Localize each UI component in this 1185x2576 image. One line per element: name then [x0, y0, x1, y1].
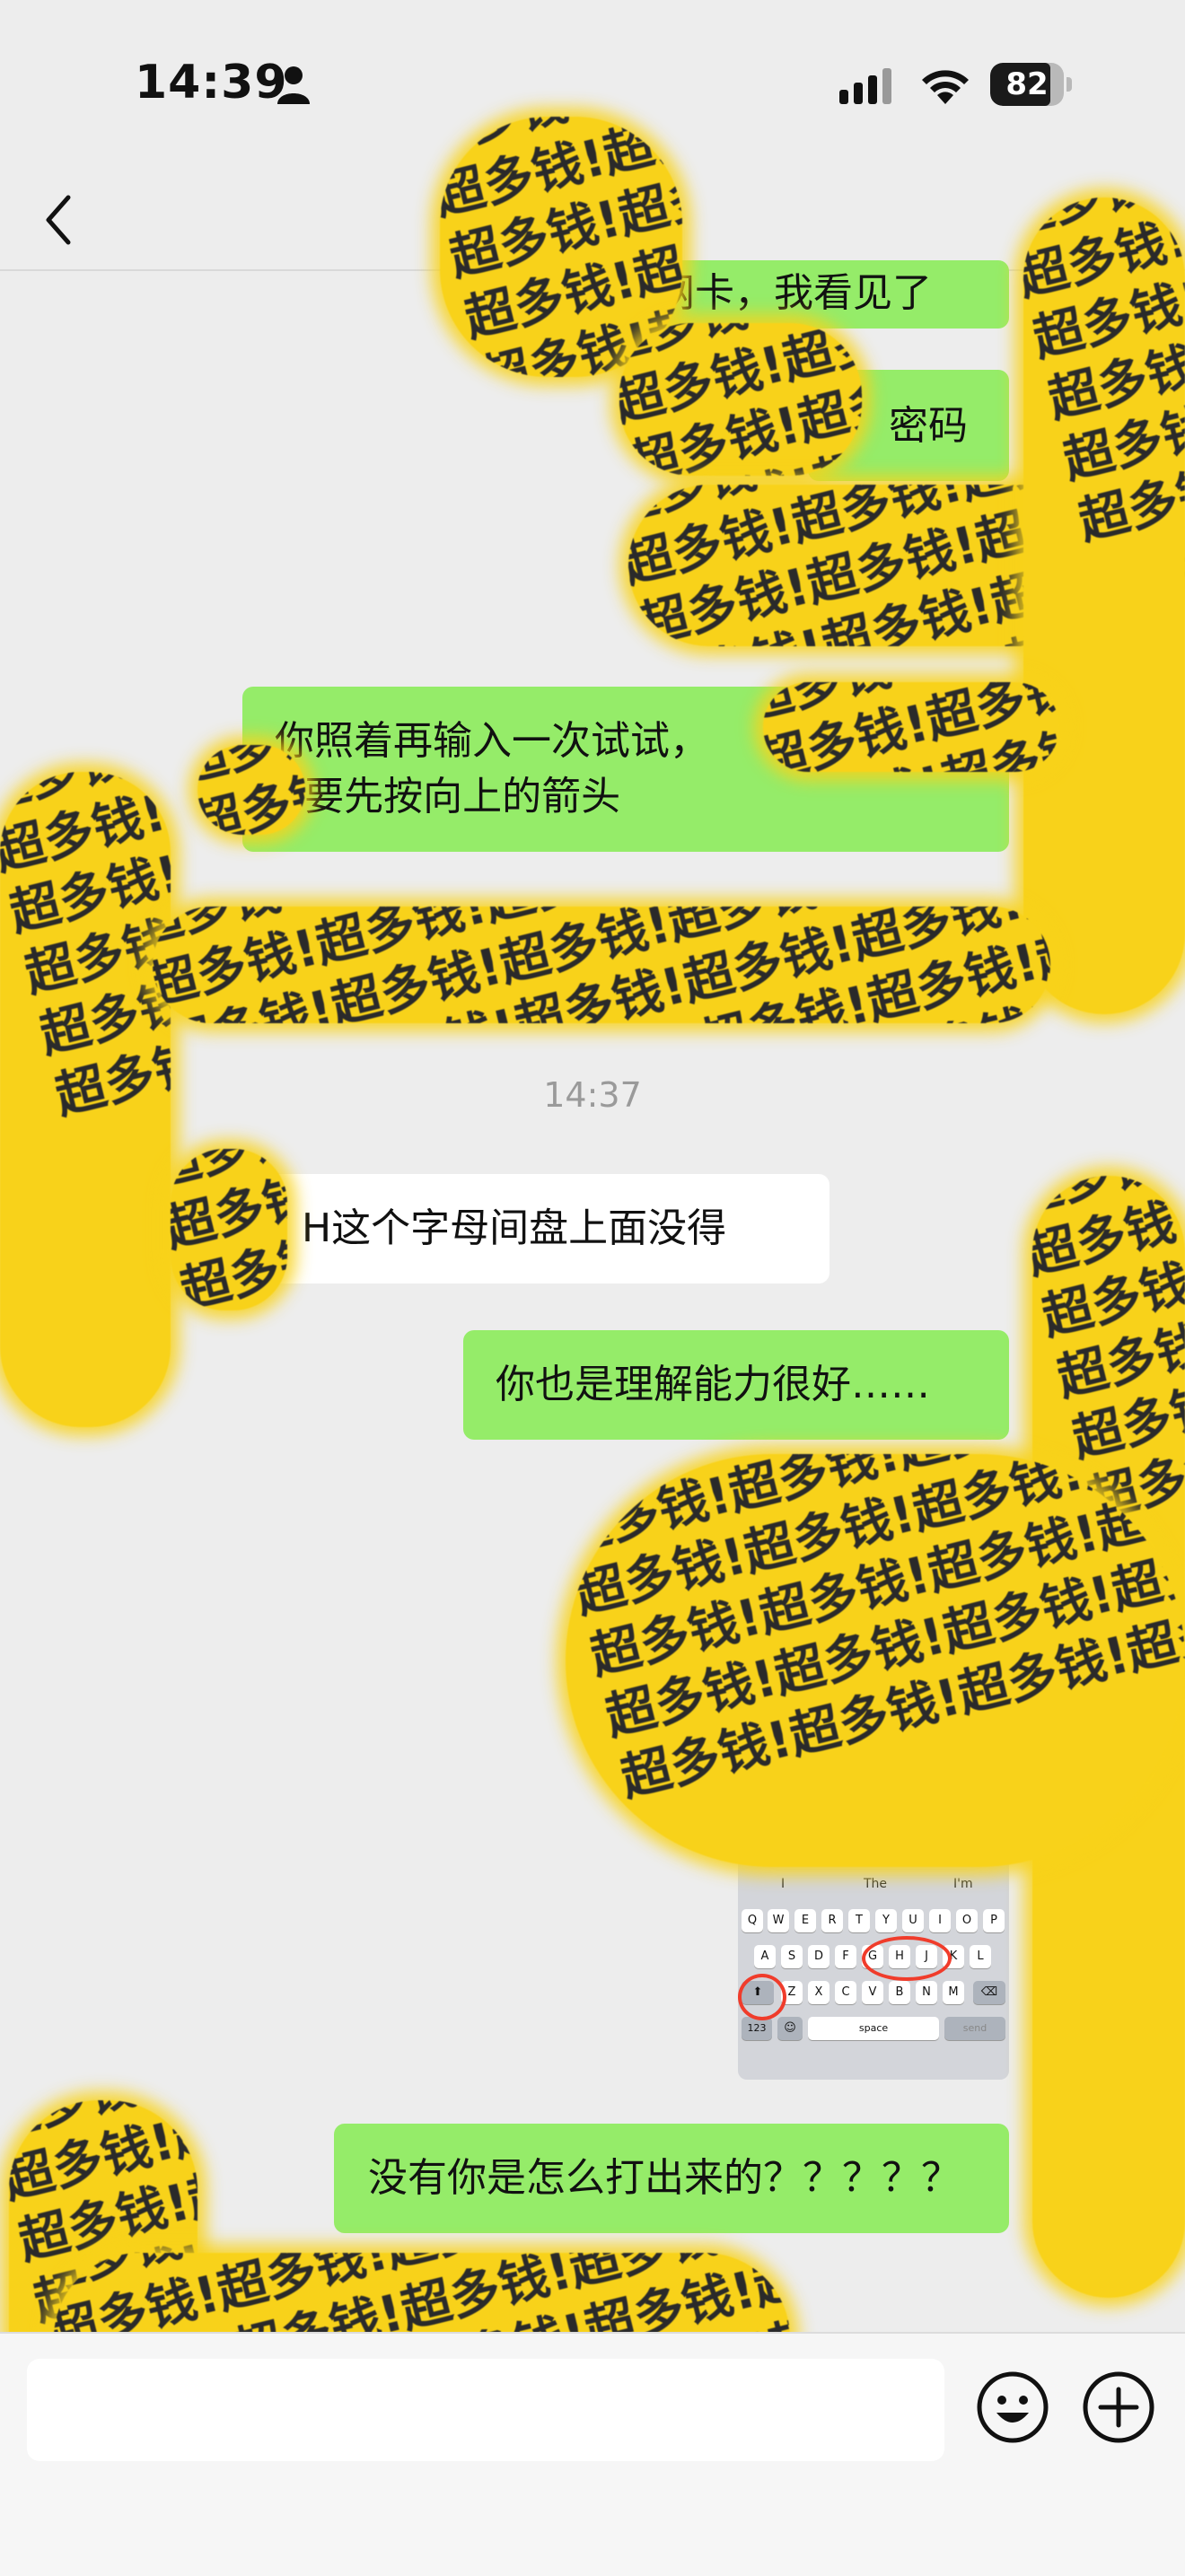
sticker-overlay: 超多钱!超多钱!超多钱!超多钱!超多钱!超多钱!超多钱!超多钱!超多钱!超多钱!… — [619, 323, 862, 476]
sticker-overlay: 超多钱!超多钱!超多钱!超多钱!超多钱!超多钱!超多钱!超多钱!超多钱!超多钱!… — [566, 1454, 1185, 1867]
sticker-overlay: 超多钱!超多钱!超多钱!超多钱!超多钱!超多钱!超多钱!超多钱!超多钱!超多钱!… — [171, 1149, 287, 1310]
message-text: 你也是理解能力很好…… — [496, 1362, 930, 1407]
annotation-circle — [862, 1936, 952, 1981]
message-text-line: H要先按向上的箭头 — [275, 774, 621, 819]
key: R — [821, 1909, 843, 1932]
key: I — [929, 1909, 951, 1932]
send-key: send — [944, 2017, 1005, 2040]
message-bubble[interactable]: 你也是理解能力很好…… — [463, 1330, 1009, 1440]
key: T — [848, 1909, 870, 1932]
key: M — [943, 1981, 964, 2004]
message-input[interactable] — [27, 2359, 944, 2461]
smiley-icon[interactable] — [975, 2370, 1050, 2445]
annotation-circle — [738, 1974, 786, 2020]
battery-percent: 82 — [1005, 66, 1049, 102]
person-icon — [277, 66, 310, 104]
key: P — [983, 1909, 1005, 1932]
battery-indicator: 82 — [990, 63, 1073, 108]
sticker-overlay: 超多钱!超多钱!超多钱!超多钱!超多钱!超多钱!超多钱!超多钱!超多钱!超多钱!… — [198, 745, 305, 835]
keyboard-screenshot-image[interactable]: I The I'm Q W E R T Y U I O P A S D F G … — [738, 1836, 1009, 2080]
signal-icon — [839, 68, 891, 104]
input-bar — [0, 2332, 1185, 2576]
wifi-icon — [922, 70, 969, 104]
key: V — [862, 1981, 883, 2004]
key: Q — [742, 1909, 763, 1932]
status-time: 14:39 — [135, 56, 288, 110]
backspace-key: ⌫ — [973, 1981, 1005, 2004]
key: W — [768, 1909, 789, 1932]
message-text: H这个字母间盘上面没得 — [302, 1205, 727, 1251]
chevron-left-icon[interactable] — [36, 188, 81, 251]
key: Y — [875, 1909, 897, 1932]
emoji-key: ☺ — [777, 2017, 803, 2040]
suggestion: I — [781, 1877, 786, 1891]
key: C — [835, 1981, 856, 2004]
key: O — [956, 1909, 978, 1932]
key: S — [781, 1945, 803, 1968]
message-bubble[interactable]: 没有你是怎么打出来的？？？？？ — [334, 2124, 1009, 2233]
key: N — [916, 1981, 937, 2004]
sticker-overlay: 超多钱!超多钱!超多钱!超多钱!超多钱!超多钱!超多钱!超多钱!超多钱!超多钱!… — [153, 907, 1050, 1023]
mode-key: 123 — [742, 2017, 772, 2040]
sticker-overlay: 超多钱!超多钱!超多钱!超多钱!超多钱!超多钱!超多钱!超多钱!超多钱!超多钱!… — [1023, 197, 1185, 1014]
key: B — [889, 1981, 910, 2004]
space-key: space — [808, 2017, 939, 2040]
sticker-overlay: 超多钱!超多钱!超多钱!超多钱!超多钱!超多钱!超多钱!超多钱!超多钱!超多钱!… — [763, 682, 1059, 772]
plus-circle-icon[interactable] — [1081, 2370, 1156, 2445]
message-text: 没有你是怎么打出来的？？？？？ — [368, 2155, 961, 2201]
key: X — [808, 1981, 830, 2004]
suggestion: I'm — [953, 1877, 973, 1891]
message-text: 密码 — [889, 403, 968, 449]
chat-timestamp: 14:37 — [543, 1075, 642, 1115]
suggestion: The — [864, 1877, 888, 1891]
key: D — [808, 1945, 830, 1968]
message-text: 网卡，我看见了 — [655, 270, 932, 316]
key: F — [835, 1945, 856, 1968]
key: A — [754, 1945, 776, 1968]
key: E — [794, 1909, 816, 1932]
key: U — [902, 1909, 924, 1932]
key: L — [970, 1945, 991, 1968]
sticker-overlay: 超多钱!超多钱!超多钱!超多钱!超多钱!超多钱!超多钱!超多钱!超多钱!超多钱!… — [0, 772, 171, 1427]
message-bubble[interactable]: 网卡，我看见了 — [628, 260, 1009, 329]
